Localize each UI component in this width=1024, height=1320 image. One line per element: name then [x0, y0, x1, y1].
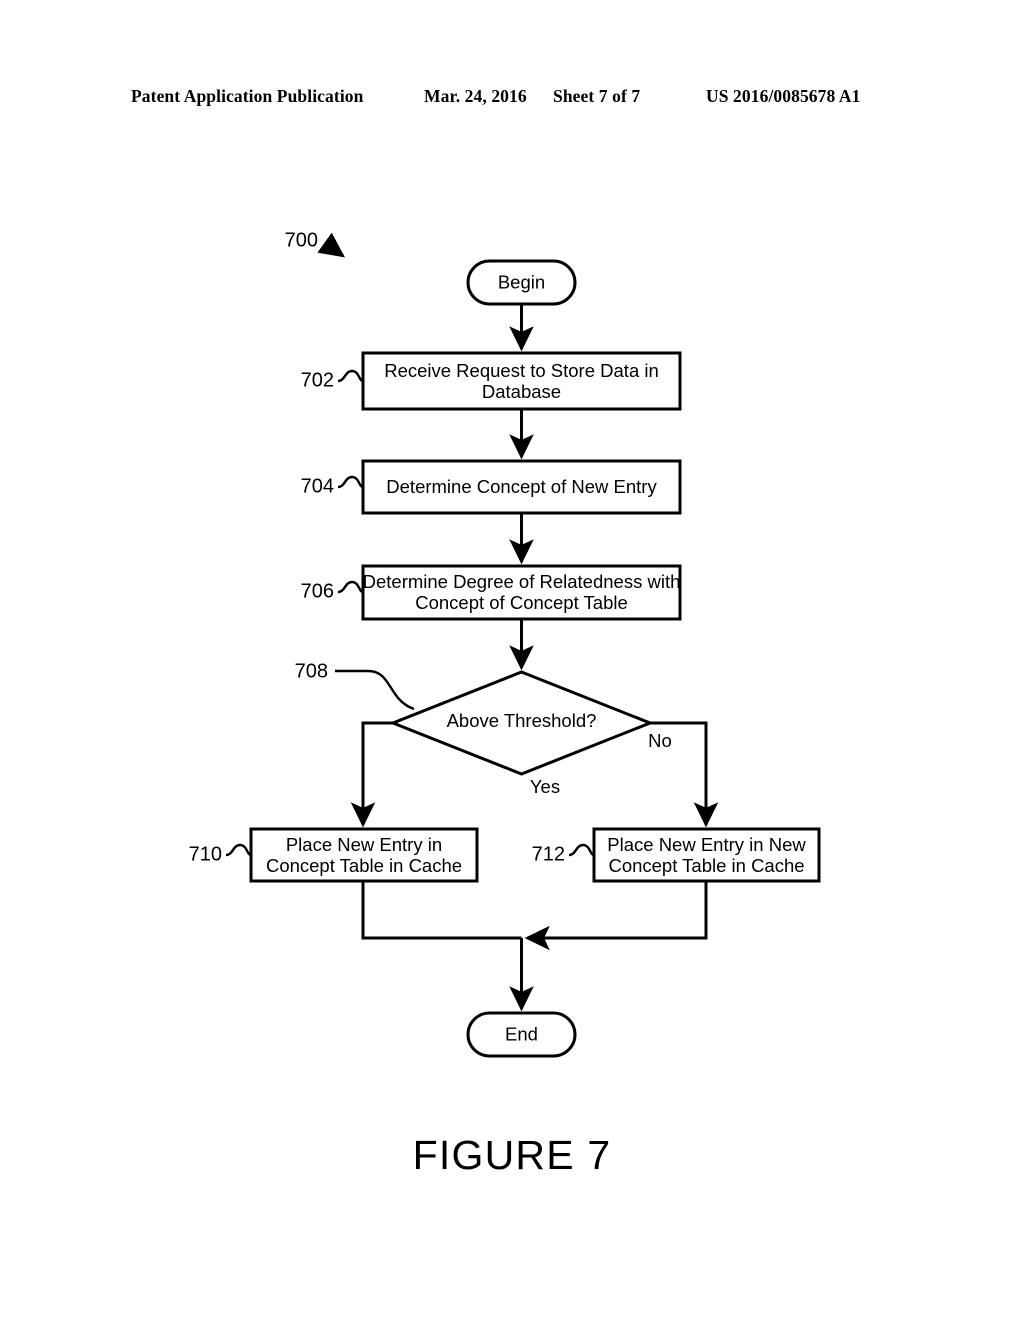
step-706-ref: 706 — [301, 580, 334, 602]
flowchart-700: 700 Begin Receive Request to Store Data … — [189, 229, 821, 1058]
begin-label: Begin — [498, 271, 545, 292]
edge-yes-label: Yes — [530, 776, 560, 797]
step-710-label-line1: Place New Entry in — [286, 834, 442, 855]
decision-708-ref-leader — [335, 669, 415, 711]
node-step-702: Receive Request to Store Data in Databas… — [301, 351, 682, 411]
step-702-ref-leader — [337, 369, 364, 383]
diagram-ref-700: 700 — [285, 229, 345, 258]
step-710-ref-leader — [225, 843, 252, 857]
edge-no-label: No — [648, 730, 672, 751]
node-step-706: Determine Degree of Relatedness with Con… — [301, 564, 682, 621]
node-step-710: Place New Entry in Concept Table in Cach… — [189, 827, 479, 883]
end-label: End — [505, 1023, 538, 1044]
step-712-label-line1: Place New Entry in New — [607, 834, 806, 855]
diagram-ref-700-label: 700 — [285, 229, 318, 251]
node-end: End — [466, 1011, 577, 1058]
step-704-ref-leader — [337, 475, 364, 489]
node-decision-708: Above Threshold? 708 — [295, 660, 655, 776]
edge-708-to-710 — [350, 721, 393, 828]
step-702-label-line2: Database — [482, 381, 561, 402]
edge-712-merge — [524, 881, 708, 951]
edge-merge-to-end — [361, 881, 708, 1012]
step-706-ref-leader — [337, 580, 364, 594]
decision-708-label: Above Threshold? — [447, 710, 597, 731]
step-704-label-line1: Determine Concept of New Entry — [386, 476, 657, 497]
step-702-ref: 702 — [301, 369, 334, 391]
step-710-ref: 710 — [189, 843, 222, 865]
step-702-label-line1: Receive Request to Store Data in — [384, 360, 659, 381]
edge-710-merge — [361, 881, 522, 940]
decision-708-ref: 708 — [295, 660, 328, 682]
step-706-label-line1: Determine Degree of Relatedness with — [363, 571, 681, 592]
node-step-712: Place New Entry in New Concept Table in … — [532, 827, 821, 883]
step-712-label-line2: Concept Table in Cache — [608, 855, 804, 876]
step-704-ref: 704 — [301, 475, 334, 497]
node-begin: Begin — [466, 259, 577, 306]
step-706-label-line2: Concept of Concept Table — [415, 592, 628, 613]
step-712-ref: 712 — [532, 843, 565, 865]
edge-no-branch: No — [648, 721, 719, 828]
node-step-704: Determine Concept of New Entry 704 — [301, 459, 682, 515]
step-712-ref-leader — [568, 843, 595, 857]
step-710-label-line2: Concept Table in Cache — [266, 855, 462, 876]
figure-caption: FIGURE 7 — [412, 1132, 612, 1178]
diagram-ref-700-leader — [317, 232, 345, 258]
